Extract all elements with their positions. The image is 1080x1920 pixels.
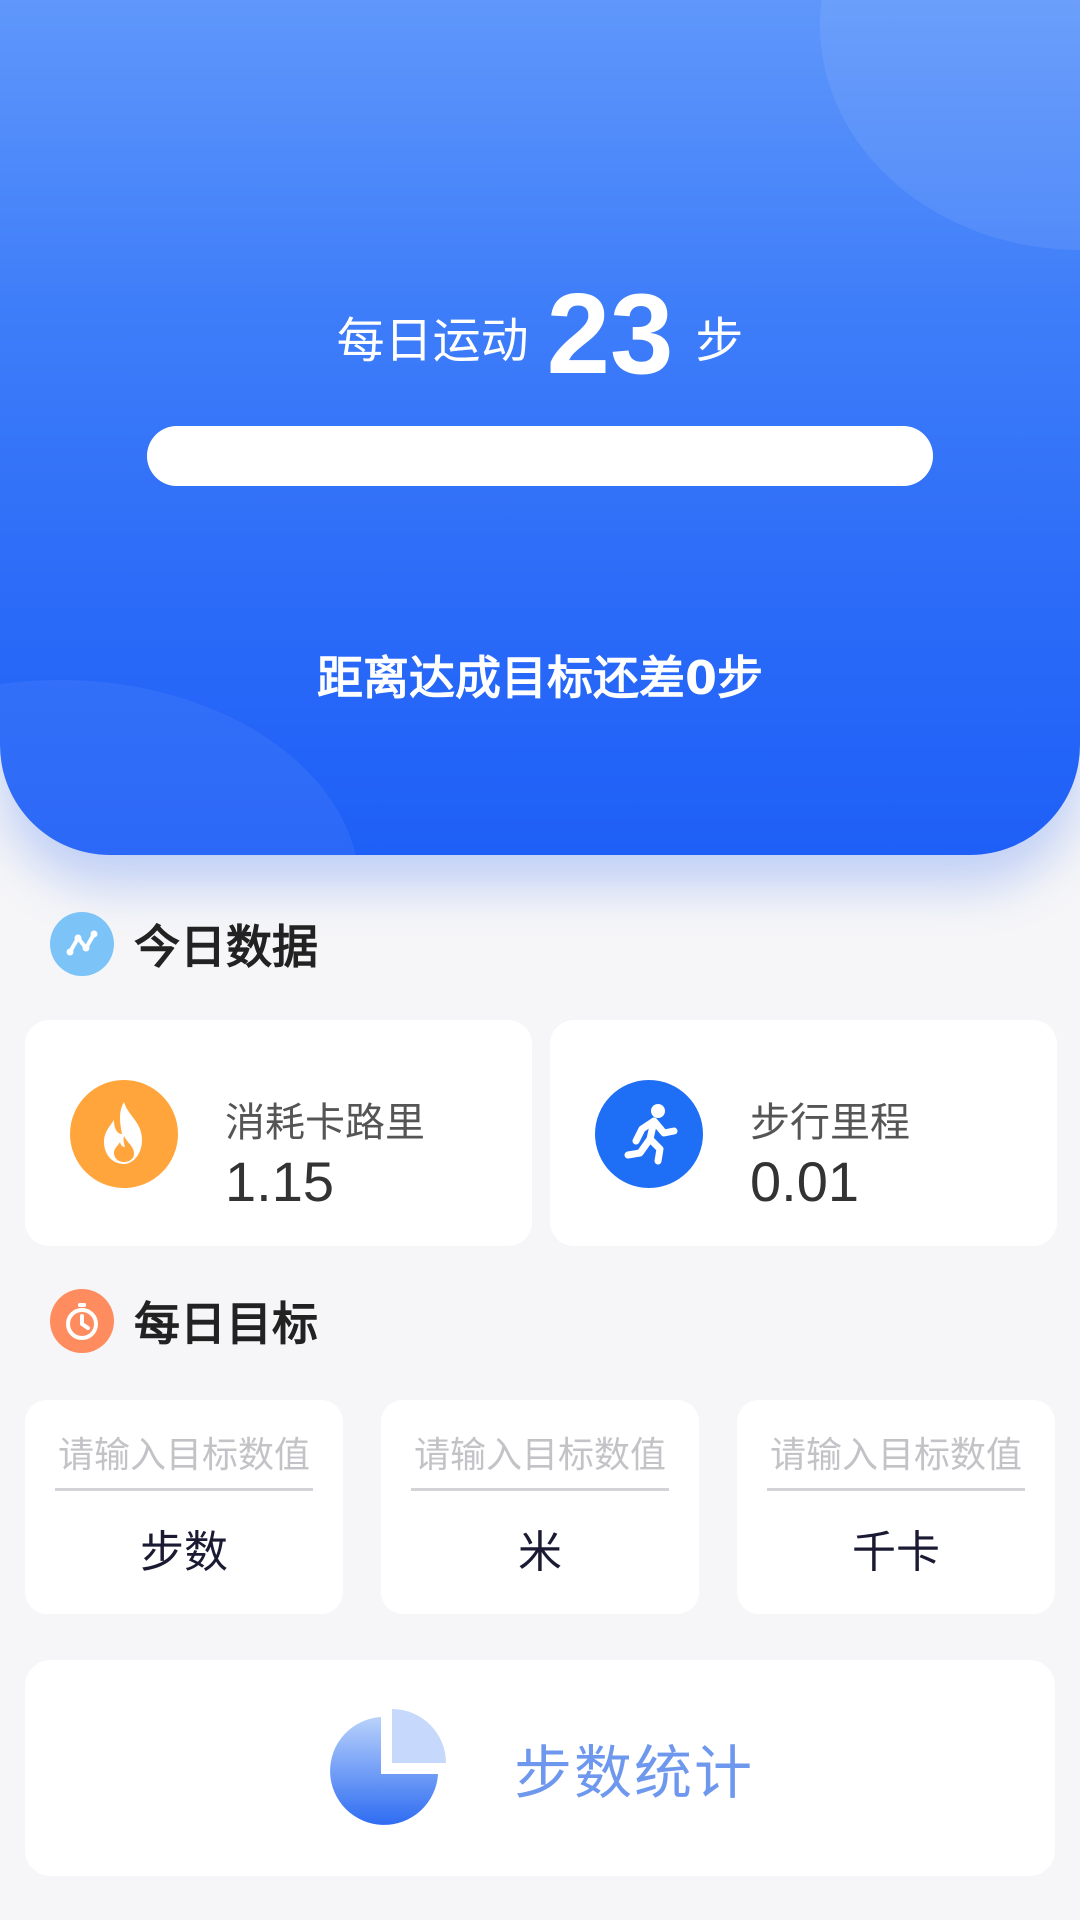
step-stats-button[interactable]: 步数统计	[25, 1660, 1055, 1876]
calories-card: 消耗卡路里 1.15	[25, 1020, 532, 1246]
goal-steps-input[interactable]	[55, 1422, 313, 1491]
goal-meters-unit: 米	[518, 1527, 562, 1578]
running-man-icon	[595, 1080, 703, 1188]
calories-label: 消耗卡路里	[225, 1100, 425, 1146]
goal-kcal-unit: 千卡	[852, 1527, 940, 1578]
goal-kcal-input[interactable]	[767, 1422, 1025, 1491]
distance-label: 步行里程	[750, 1100, 910, 1146]
steps-progress-fill	[147, 426, 933, 486]
daily-steps-headline: 每日运动 23 步	[0, 270, 1080, 400]
remaining-steps-text: 距离达成目标还差0步	[316, 651, 763, 705]
hero-decoration	[820, 0, 1080, 250]
calories-value: 1.15	[225, 1150, 334, 1213]
line-chart-icon	[50, 912, 114, 976]
daily-steps-prefix: 每日运动	[336, 313, 529, 369]
goal-card-meters: 米	[381, 1400, 699, 1614]
today-data-header: 今日数据	[50, 912, 318, 976]
pie-chart-icon	[330, 1709, 446, 1825]
daily-goal-header: 每日目标	[50, 1289, 318, 1353]
daily-steps-count: 23	[546, 271, 674, 398]
goal-meters-input[interactable]	[411, 1422, 669, 1491]
today-data-title: 今日数据	[134, 920, 318, 974]
goal-steps-unit: 步数	[140, 1527, 228, 1578]
daily-goal-title: 每日目标	[134, 1297, 318, 1351]
hero-banner: 每日运动 23 步 距离达成目标还差0步	[0, 0, 1080, 855]
distance-card: 步行里程 0.01	[550, 1020, 1057, 1246]
steps-progress-bar	[147, 426, 933, 486]
stopwatch-icon	[50, 1289, 114, 1353]
distance-value: 0.01	[750, 1150, 859, 1213]
goal-card-kcal: 千卡	[737, 1400, 1055, 1614]
flame-icon	[70, 1080, 178, 1188]
goal-card-steps: 步数	[25, 1400, 343, 1614]
step-stats-label: 步数统计	[513, 1739, 754, 1807]
daily-steps-unit: 步	[695, 313, 744, 369]
